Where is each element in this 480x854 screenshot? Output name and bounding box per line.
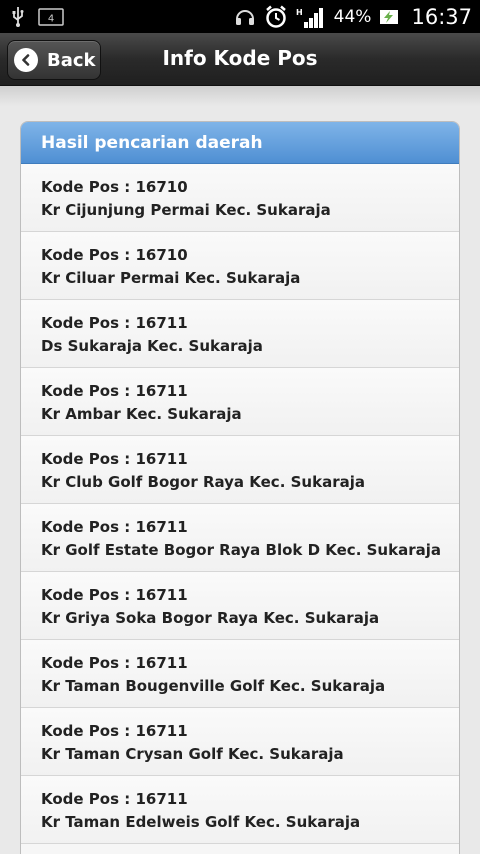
area-name: Kr Taman Edelweis Golf Kec. Sukaraja xyxy=(41,813,361,831)
status-time: 16:37 xyxy=(411,4,472,29)
header-shadow xyxy=(0,86,480,106)
list-item[interactable]: Kode Pos : 16711 Kr Club Golf Bogor Raya … xyxy=(21,436,459,504)
headset-icon xyxy=(234,7,256,27)
app-header: Back Info Kode Pos xyxy=(0,33,480,86)
list-item[interactable]: Kode Pos : 16710 Kr Ciluar Permai Kec. Su… xyxy=(21,232,459,300)
list-item[interactable]: Kode Pos : 16711 Kr Taman Crysan Golf Kec… xyxy=(21,708,459,776)
battery-percent: 44% xyxy=(333,6,372,27)
postal-code: Kode Pos : 16711 xyxy=(41,382,188,400)
postal-code: Kode Pos : 16710 xyxy=(41,178,188,196)
list-item[interactable]: Kode Pos : 16711 Kr Taman Edelweis Golf K… xyxy=(21,776,459,844)
list-item[interactable]: Kode Pos : 16711 Kr Ambar Kec. Sukaraja xyxy=(21,368,459,436)
postal-code: Kode Pos : 16711 xyxy=(41,518,188,536)
postal-code: Kode Pos : 16711 xyxy=(41,450,188,468)
postal-code: Kode Pos : 16711 xyxy=(41,314,188,332)
list-item[interactable]: Kode Pos : 16711 Ds Sukaraja Kec. Sukaraj… xyxy=(21,300,459,368)
postal-code: Kode Pos : 16710 xyxy=(41,246,188,264)
list-items: Kode Pos : 16710 Kr Cijunjung Permai Kec.… xyxy=(21,164,459,844)
area-name: Kr Club Golf Bogor Raya Kec. Sukaraja xyxy=(41,473,365,491)
list-item[interactable]: Kode Pos : 16711 Kr Golf Estate Bogor Ray… xyxy=(21,504,459,572)
page-title: Info Kode Pos xyxy=(162,46,318,70)
signal-icon: H xyxy=(296,6,326,28)
list-item[interactable]: Kode Pos : 16711 Kr Griya Soka Bogor Raya… xyxy=(21,572,459,640)
usb-icon xyxy=(12,6,24,27)
status-bar: 4 H 44% 16:37 xyxy=(0,0,480,33)
area-name: Ds Sukaraja Kec. Sukaraja xyxy=(41,337,263,355)
area-name: Kr Cijunjung Permai Kec. Sukaraja xyxy=(41,201,331,219)
svg-text:4: 4 xyxy=(48,13,54,24)
area-name: Kr Taman Bougenville Golf Kec. Sukaraja xyxy=(41,677,386,695)
list-item[interactable]: Kode Pos : 16711 Kr Taman Bougenville Gol… xyxy=(21,640,459,708)
result-list: Hasil pencarian daerah Kode Pos : 16710 K… xyxy=(20,121,460,854)
postal-code: Kode Pos : 16711 xyxy=(41,586,188,604)
area-name: Kr Ciluar Permai Kec. Sukaraja xyxy=(41,269,301,287)
postal-code: Kode Pos : 16711 xyxy=(41,654,188,672)
list-item[interactable]: Kode Pos : 16710 Kr Cijunjung Permai Kec.… xyxy=(21,164,459,232)
postal-code: Kode Pos : 16711 xyxy=(41,722,188,740)
alarm-icon xyxy=(264,5,288,29)
list-header: Hasil pencarian daerah xyxy=(21,122,459,164)
area-name: Kr Ambar Kec. Sukaraja xyxy=(41,405,242,423)
postal-code: Kode Pos : 16711 xyxy=(41,790,188,808)
sd-card-icon: 4 xyxy=(38,7,64,26)
area-name: Kr Taman Crysan Golf Kec. Sukaraja xyxy=(41,745,344,763)
battery-charging-icon xyxy=(379,9,399,25)
area-name: Kr Golf Estate Bogor Raya Blok D Kec. Su… xyxy=(41,541,441,559)
area-name: Kr Griya Soka Bogor Raya Kec. Sukaraja xyxy=(41,609,380,627)
svg-text:H: H xyxy=(296,8,303,17)
